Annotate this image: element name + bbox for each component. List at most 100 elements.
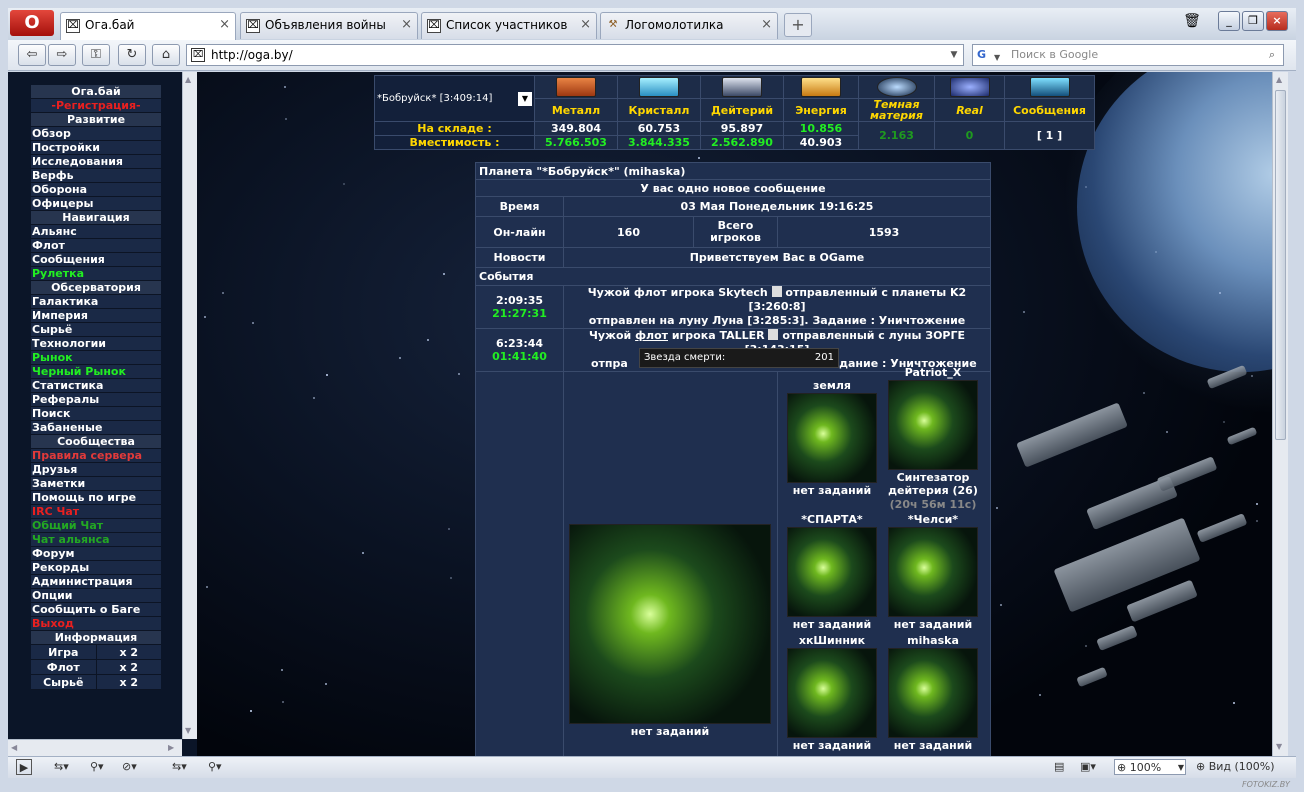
menu-item[interactable]: Чат альянса <box>31 533 161 547</box>
moon-image[interactable] <box>787 648 877 738</box>
menu-item[interactable]: Сообщения <box>31 253 161 267</box>
unite-icon[interactable]: ⚲▾ <box>208 759 222 775</box>
menu-item[interactable]: Рулетка <box>31 267 161 281</box>
messages-count[interactable]: [ 1 ] <box>1004 121 1095 150</box>
menu-item[interactable]: Альянс <box>31 225 161 239</box>
scroll-down-icon[interactable]: ▼ <box>185 726 191 735</box>
moon-image[interactable] <box>888 527 978 617</box>
menu-item[interactable]: Помощь по игре <box>31 491 161 505</box>
zoom-control[interactable]: ⊕ 100% ▼ <box>1114 759 1186 775</box>
close-tab-icon[interactable]: × <box>401 17 412 32</box>
menu-item[interactable]: Оборона <box>31 183 161 197</box>
moon-image[interactable] <box>787 393 877 483</box>
network-icon[interactable]: ⚲▾ <box>90 759 104 775</box>
new-tab-button[interactable]: + <box>784 13 812 37</box>
menu-item[interactable]: Форум <box>31 547 161 561</box>
reload-button[interactable]: ↻ <box>118 44 146 66</box>
menu-section-header: Обсерватория <box>31 281 161 295</box>
opera-menu-button[interactable]: O <box>10 10 54 36</box>
wand-key-icon[interactable]: ⚿ <box>82 44 110 66</box>
home-button[interactable]: ⌂ <box>152 44 180 66</box>
menu-item[interactable]: IRC Чат <box>31 505 161 519</box>
menu-item[interactable]: Черный Рынок <box>31 365 161 379</box>
chevron-down-icon[interactable]: ▼ <box>994 48 1000 68</box>
chevron-down-icon[interactable]: ▼ <box>518 91 532 106</box>
planet-select[interactable]: *Бобруйск* [3:409:14] ▼ <box>375 91 534 107</box>
menu-item[interactable]: Флот <box>31 239 161 253</box>
menu-item[interactable]: Поиск <box>31 407 161 421</box>
menu-item[interactable]: Сообщить о Баге <box>31 603 161 617</box>
background-star <box>1251 375 1253 377</box>
register-link[interactable]: -Регистрация- <box>31 99 161 113</box>
panels-icon[interactable]: ▤ <box>1054 759 1064 775</box>
search-icon[interactable]: ⌕ <box>1263 47 1281 63</box>
moon-image[interactable] <box>787 527 877 617</box>
moon-image[interactable] <box>888 380 978 470</box>
scroll-up-icon[interactable]: ▲ <box>185 75 191 84</box>
chevron-down-icon[interactable]: ▼ <box>947 47 961 63</box>
tab-war-announcements[interactable]: ⌧ Объявления войны × <box>240 12 418 39</box>
scrollbar-thumb[interactable] <box>1275 90 1286 440</box>
turbo-icon[interactable]: ⇆▾ <box>172 759 187 775</box>
event-text: отправленный с планеты K2 [3:260:8] <box>748 286 967 313</box>
close-tab-icon[interactable]: × <box>761 17 772 32</box>
menu-item[interactable]: Постройки <box>31 141 161 155</box>
tab-members-list[interactable]: ⌧ Список участников × <box>421 12 597 39</box>
forward-button[interactable]: ⇨ <box>48 44 76 66</box>
tab-logomolotilka[interactable]: ⚒ Логомолотилка × <box>600 12 778 39</box>
menu-item[interactable]: Администрация <box>31 575 161 589</box>
menu-item[interactable]: Рефералы <box>31 393 161 407</box>
address-bar[interactable]: ⌧ http://oga.by/ ▼ <box>186 44 964 66</box>
close-tab-icon[interactable]: × <box>219 17 230 32</box>
back-button[interactable]: ⇦ <box>18 44 46 66</box>
main-frame-scrollbar[interactable]: ▲ ▼ <box>1272 72 1288 756</box>
menu-item[interactable]: Галактика <box>31 295 161 309</box>
menu-item[interactable]: Опции <box>31 589 161 603</box>
menu-item[interactable]: Империя <box>31 309 161 323</box>
menu-item[interactable]: Рекорды <box>31 561 161 575</box>
menu-item[interactable]: Рынок <box>31 351 161 365</box>
menu-item[interactable]: Исследования <box>31 155 161 169</box>
image-toggle-icon[interactable]: ▣▾ <box>1080 759 1096 775</box>
new-message-notice[interactable]: У вас одно новое сообщение <box>475 179 991 197</box>
moon-image[interactable] <box>888 648 978 738</box>
left-frame-vertical-scrollbar[interactable]: ▲ ▼ <box>182 72 197 739</box>
menu-item[interactable]: Правила сервера <box>31 449 161 463</box>
message-icon[interactable] <box>771 286 782 297</box>
sync-icon[interactable]: ⇆▾ <box>54 759 69 775</box>
left-frame-horizontal-scrollbar[interactable]: ◀ ▶ <box>8 739 182 756</box>
message-icon[interactable] <box>768 329 779 340</box>
menu-item[interactable]: Общий Чат <box>31 519 161 533</box>
menu-item[interactable]: Сырьё <box>31 323 161 337</box>
event-text: отправлен на луну Луна [3:285:3]. Задани… <box>588 314 966 327</box>
tab-ogabai[interactable]: ⌧ Ога.бай × <box>60 12 236 40</box>
chevron-down-icon[interactable]: ▼ <box>1178 760 1184 776</box>
background-star <box>1085 186 1087 188</box>
total-players-value: 1593 <box>777 216 991 248</box>
speed-dial-icon[interactable]: ⊘▾ <box>122 759 137 775</box>
messages-label[interactable]: Сообщения <box>1004 98 1095 122</box>
search-field[interactable]: G ▼ Поиск в Google ⌕ <box>972 44 1284 66</box>
maximize-button[interactable]: ❐ <box>1242 11 1264 31</box>
panel-toggle-icon[interactable]: ▶ <box>16 759 32 775</box>
scroll-up-icon[interactable]: ▲ <box>1276 75 1282 84</box>
close-window-button[interactable]: × <box>1266 11 1288 31</box>
menu-item[interactable]: Забаненые <box>31 421 161 435</box>
scroll-right-icon[interactable]: ▶ <box>168 743 174 752</box>
fleet-link[interactable]: флот <box>635 329 668 342</box>
menu-item[interactable]: Верфь <box>31 169 161 183</box>
close-tab-icon[interactable]: × <box>580 17 591 32</box>
menu-item[interactable]: Офицеры <box>31 197 161 211</box>
menu-item[interactable]: Технологии <box>31 337 161 351</box>
trash-icon[interactable]: 🗑 <box>1182 13 1202 35</box>
main-planet-image[interactable] <box>569 524 771 724</box>
menu-item[interactable]: Друзья <box>31 463 161 477</box>
menu-item[interactable]: Обзор <box>31 127 161 141</box>
scroll-down-icon[interactable]: ▼ <box>1276 742 1282 751</box>
minimize-button[interactable]: _ <box>1218 11 1240 31</box>
menu-item[interactable]: Выход <box>31 617 161 631</box>
view-toggle[interactable]: ⊕ Вид (100%) <box>1196 759 1275 775</box>
scroll-left-icon[interactable]: ◀ <box>11 743 17 752</box>
menu-item[interactable]: Заметки <box>31 477 161 491</box>
menu-item[interactable]: Статистика <box>31 379 161 393</box>
